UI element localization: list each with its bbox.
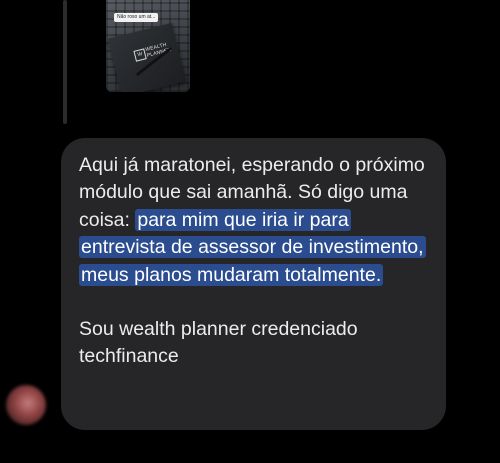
shared-image-thumbnail[interactable]: W WEALTH PLANNER Não roso um at... xyxy=(106,0,190,92)
sender-avatar[interactable] xyxy=(6,385,46,425)
message-bubble[interactable]: Aqui já maratonei, esperando o próximo m… xyxy=(61,138,446,430)
image-caption-sticker: Não roso um at... xyxy=(114,13,159,22)
message-paragraph-2: Sou wealth planner credenciado techfinan… xyxy=(79,318,358,368)
thread-connector-line xyxy=(63,0,67,124)
message-paragraph-1: Aqui já maratonei, esperando o próximo m… xyxy=(79,152,430,289)
